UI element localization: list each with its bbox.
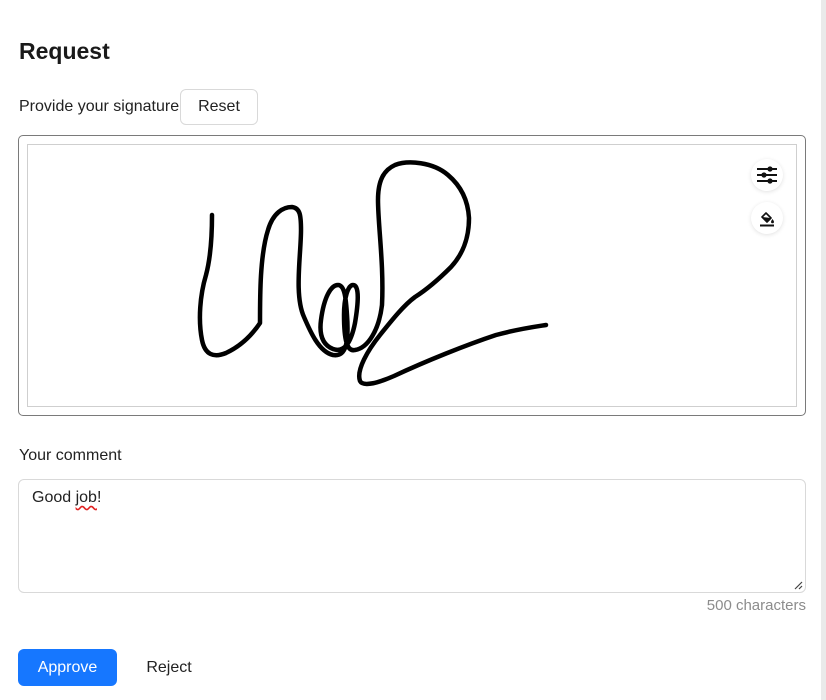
signature-pad-frame xyxy=(18,135,806,416)
sliders-icon xyxy=(757,166,777,184)
signature-color-button[interactable] xyxy=(751,202,783,234)
comment-value-end: ! xyxy=(96,489,102,506)
signature-canvas[interactable] xyxy=(27,144,797,407)
reset-button[interactable]: Reset xyxy=(180,89,258,125)
signature-label: Provide your signature xyxy=(19,98,180,115)
signature-settings-button[interactable] xyxy=(751,159,783,191)
scrollbar-track[interactable] xyxy=(821,0,826,700)
comment-label: Your comment xyxy=(19,447,122,464)
reject-button[interactable]: Reject xyxy=(131,649,207,686)
comment-textarea[interactable] xyxy=(18,479,806,593)
signature-stroke xyxy=(197,160,549,387)
character-count: 500 characters xyxy=(706,597,806,614)
comment-value: Good job! xyxy=(32,489,101,507)
comment-value-start: Good xyxy=(32,489,76,506)
resize-grip-icon[interactable] xyxy=(793,580,803,590)
comment-misspelled-word: job xyxy=(75,489,97,506)
signature-label-row: Provide your signature Reset xyxy=(19,89,258,125)
paint-bucket-icon xyxy=(760,212,774,227)
approve-button[interactable]: Approve xyxy=(18,649,117,686)
page-title: Request xyxy=(19,38,110,64)
request-form: Request Provide your signature Reset You… xyxy=(0,0,826,700)
